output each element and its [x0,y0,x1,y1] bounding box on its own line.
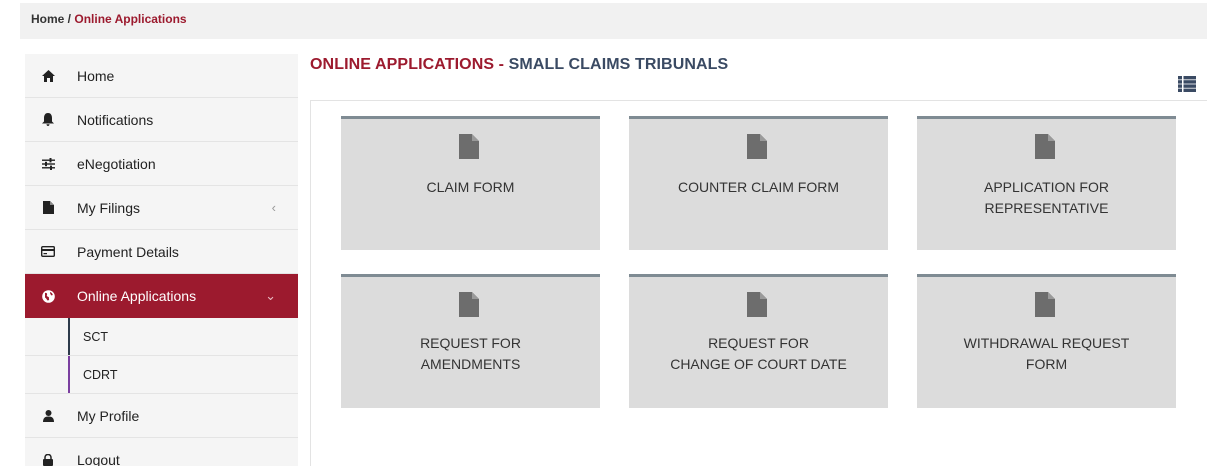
card-label: CLAIM FORM [426,179,515,195]
sliders-icon [41,157,55,171]
credit-card-icon [41,245,55,259]
sidebar-item-online-applications[interactable]: Online Applications ⌄ [25,274,298,318]
chevron-down-icon: ⌄ [265,288,276,303]
request-for-change-of-court-date-card[interactable]: REQUEST FOR CHANGE OF COURT DATE [629,274,888,408]
sidebar-item-enegotiation[interactable]: eNegotiation [25,142,298,186]
sidebar-subitem-sct[interactable]: SCT [25,318,298,356]
card-label: REQUEST FOR AMENDMENTS [420,335,521,372]
sidebar-item-label: eNegotiation [77,155,156,172]
sidebar-item-label: Logout [77,451,120,466]
sidebar-subitem-label: SCT [83,329,108,344]
file-icon [41,201,55,215]
lock-icon [41,453,55,466]
home-icon [41,69,55,83]
card-label: COUNTER CLAIM FORM [678,179,839,195]
sidebar-item-my-filings[interactable]: My Filings ‹ [25,186,298,230]
sidebar: Home Notifications eNegotiation My Filin… [25,54,298,466]
breadcrumb-separator: / [64,12,75,26]
sidebar-item-label: Online Applications [77,288,197,304]
document-icon [747,134,767,164]
document-icon [747,292,767,322]
chevron-left-icon: ‹ [271,200,276,215]
user-icon [41,409,55,423]
sidebar-item-payment-details[interactable]: Payment Details [25,230,298,274]
request-for-amendments-card[interactable]: REQUEST FOR AMENDMENTS [341,274,600,408]
document-icon [459,134,479,164]
page-title-prefix: ONLINE APPLICATIONS - [310,56,509,73]
sidebar-item-home[interactable]: Home [25,54,298,98]
sidebar-item-notifications[interactable]: Notifications [25,98,298,142]
document-icon [1035,134,1055,164]
application-for-representative-card[interactable]: APPLICATION FOR REPRESENTATIVE [917,116,1176,250]
sidebar-item-label: Payment Details [77,243,179,260]
sidebar-item-label: Notifications [77,111,154,128]
sidebar-item-label: My Profile [77,407,140,424]
document-icon [459,292,479,322]
card-label: REQUEST FOR CHANGE OF COURT DATE [670,335,847,372]
page-title-suffix: SMALL CLAIMS TRIBUNALS [508,56,729,73]
list-view-icon[interactable] [1178,76,1196,92]
sidebar-subitem-cdrt[interactable]: CDRT [25,356,298,394]
claim-form-card[interactable]: CLAIM FORM [341,116,600,250]
sidebar-item-logout[interactable]: Logout [25,438,298,466]
breadcrumb: Home / Online Applications [20,3,1207,39]
globe-icon [41,289,55,303]
sidebar-item-label: My Filings [77,199,141,216]
applications-panel: CLAIM FORM COUNTER CLAIM FORM APPLICATIO… [310,100,1207,466]
sidebar-item-label: Home [77,67,115,84]
breadcrumb-home-link[interactable]: Home [31,12,64,26]
withdrawal-request-form-card[interactable]: WITHDRAWAL REQUEST FORM [917,274,1176,408]
sidebar-item-my-profile[interactable]: My Profile [25,394,298,438]
breadcrumb-current: Online Applications [74,12,187,26]
card-label: APPLICATION FOR REPRESENTATIVE [984,179,1109,216]
sidebar-subitem-label: CDRT [83,367,118,382]
card-label: WITHDRAWAL REQUEST FORM [963,335,1130,372]
document-icon [1035,292,1055,322]
bell-icon [41,113,55,127]
page-title: ONLINE APPLICATIONS - SMALL CLAIMS TRIBU… [310,56,728,74]
counter-claim-form-card[interactable]: COUNTER CLAIM FORM [629,116,888,250]
